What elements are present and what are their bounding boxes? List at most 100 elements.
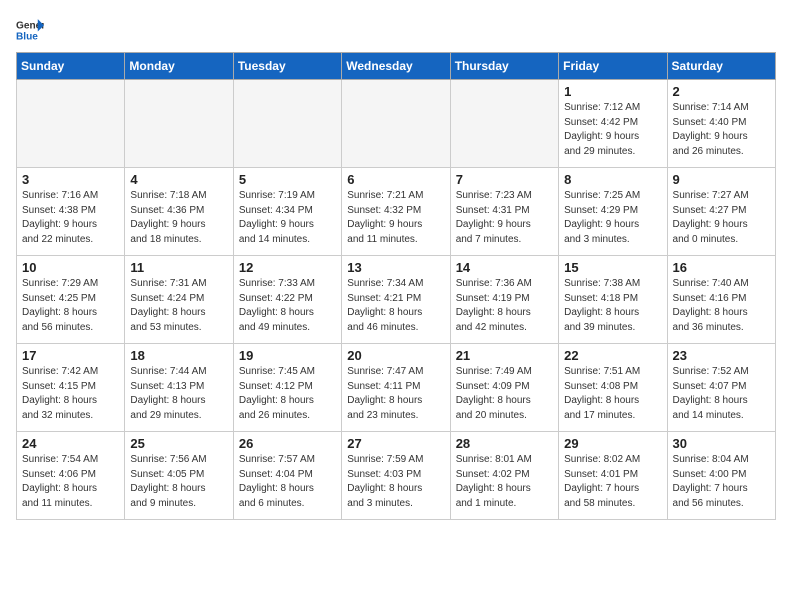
day-number: 12	[239, 260, 336, 275]
day-number: 20	[347, 348, 444, 363]
day-info: Sunrise: 7:16 AM Sunset: 4:38 PM Dayligh…	[22, 189, 119, 247]
calendar-cell: 15 Sunrise: 7:38 AM Sunset: 4:18 PM Dayli…	[559, 256, 667, 344]
calendar-cell: 8 Sunrise: 7:25 AM Sunset: 4:29 PM Daylig…	[559, 168, 667, 256]
day-info: Sunrise: 7:47 AM Sunset: 4:11 PM Dayligh…	[347, 365, 444, 423]
day-number: 10	[22, 260, 119, 275]
day-number: 2	[673, 84, 770, 99]
day-info: Sunrise: 7:25 AM Sunset: 4:29 PM Dayligh…	[564, 189, 661, 247]
day-number: 24	[22, 436, 119, 451]
calendar-cell	[125, 80, 233, 168]
logo: General Blue	[16, 16, 44, 44]
calendar-cell: 17 Sunrise: 7:42 AM Sunset: 4:15 PM Dayli…	[17, 344, 125, 432]
day-info: Sunrise: 7:36 AM Sunset: 4:19 PM Dayligh…	[456, 277, 553, 335]
svg-text:Blue: Blue	[16, 31, 38, 42]
day-info: Sunrise: 7:42 AM Sunset: 4:15 PM Dayligh…	[22, 365, 119, 423]
day-info: Sunrise: 7:29 AM Sunset: 4:25 PM Dayligh…	[22, 277, 119, 335]
calendar-cell: 28Sunrise: 8:01 AM Sunset: 4:02 PM Dayli…	[450, 432, 558, 520]
day-info: Sunrise: 7:54 AM Sunset: 4:06 PM Dayligh…	[22, 453, 119, 511]
col-header-friday: Friday	[559, 53, 667, 80]
calendar-cell: 14Sunrise: 7:36 AM Sunset: 4:19 PM Dayli…	[450, 256, 558, 344]
day-info: Sunrise: 7:12 AM Sunset: 4:42 PM Dayligh…	[564, 101, 661, 159]
day-number: 6	[347, 172, 444, 187]
calendar-cell: 25 Sunrise: 7:56 AM Sunset: 4:05 PM Dayli…	[125, 432, 233, 520]
calendar-cell	[17, 80, 125, 168]
calendar-cell: 10 Sunrise: 7:29 AM Sunset: 4:25 PM Dayli…	[17, 256, 125, 344]
day-number: 8	[564, 172, 661, 187]
calendar-cell: 3 Sunrise: 7:16 AM Sunset: 4:38 PM Daylig…	[17, 168, 125, 256]
calendar-cell	[233, 80, 341, 168]
day-number: 13	[347, 260, 444, 275]
day-info: Sunrise: 7:14 AM Sunset: 4:40 PM Dayligh…	[673, 101, 770, 159]
col-header-saturday: Saturday	[667, 53, 775, 80]
day-number: 11	[130, 260, 227, 275]
calendar-cell: 5Sunrise: 7:19 AM Sunset: 4:34 PM Daylig…	[233, 168, 341, 256]
day-number: 26	[239, 436, 336, 451]
day-info: Sunrise: 7:34 AM Sunset: 4:21 PM Dayligh…	[347, 277, 444, 335]
day-info: Sunrise: 7:18 AM Sunset: 4:36 PM Dayligh…	[130, 189, 227, 247]
day-info: Sunrise: 8:04 AM Sunset: 4:00 PM Dayligh…	[673, 453, 770, 511]
day-info: Sunrise: 7:23 AM Sunset: 4:31 PM Dayligh…	[456, 189, 553, 247]
calendar-cell: 21 Sunrise: 7:49 AM Sunset: 4:09 PM Dayli…	[450, 344, 558, 432]
day-info: Sunrise: 8:02 AM Sunset: 4:01 PM Dayligh…	[564, 453, 661, 511]
col-header-sunday: Sunday	[17, 53, 125, 80]
day-number: 7	[456, 172, 553, 187]
day-number: 16	[673, 260, 770, 275]
day-number: 27	[347, 436, 444, 451]
day-info: Sunrise: 7:56 AM Sunset: 4:05 PM Dayligh…	[130, 453, 227, 511]
day-info: Sunrise: 7:52 AM Sunset: 4:07 PM Dayligh…	[673, 365, 770, 423]
calendar-cell: 16Sunrise: 7:40 AM Sunset: 4:16 PM Dayli…	[667, 256, 775, 344]
day-info: Sunrise: 7:51 AM Sunset: 4:08 PM Dayligh…	[564, 365, 661, 423]
day-number: 3	[22, 172, 119, 187]
day-info: Sunrise: 7:31 AM Sunset: 4:24 PM Dayligh…	[130, 277, 227, 335]
calendar-cell: 26Sunrise: 7:57 AM Sunset: 4:04 PM Dayli…	[233, 432, 341, 520]
calendar-cell: 9 Sunrise: 7:27 AM Sunset: 4:27 PM Daylig…	[667, 168, 775, 256]
calendar-table: SundayMondayTuesdayWednesdayThursdayFrid…	[16, 52, 776, 520]
day-number: 15	[564, 260, 661, 275]
day-number: 18	[130, 348, 227, 363]
page-header: General Blue	[16, 16, 776, 44]
day-number: 9	[673, 172, 770, 187]
day-info: Sunrise: 8:01 AM Sunset: 4:02 PM Dayligh…	[456, 453, 553, 511]
calendar-cell: 29 Sunrise: 8:02 AM Sunset: 4:01 PM Dayli…	[559, 432, 667, 520]
col-header-wednesday: Wednesday	[342, 53, 450, 80]
day-number: 5	[239, 172, 336, 187]
day-number: 4	[130, 172, 227, 187]
day-number: 23	[673, 348, 770, 363]
calendar-cell: 1 Sunrise: 7:12 AM Sunset: 4:42 PM Daylig…	[559, 80, 667, 168]
calendar-cell: 24 Sunrise: 7:54 AM Sunset: 4:06 PM Dayli…	[17, 432, 125, 520]
calendar-cell: 23 Sunrise: 7:52 AM Sunset: 4:07 PM Dayli…	[667, 344, 775, 432]
calendar-cell: 19 Sunrise: 7:45 AM Sunset: 4:12 PM Dayli…	[233, 344, 341, 432]
calendar-cell: 12 Sunrise: 7:33 AM Sunset: 4:22 PM Dayli…	[233, 256, 341, 344]
day-number: 30	[673, 436, 770, 451]
calendar-cell: 27 Sunrise: 7:59 AM Sunset: 4:03 PM Dayli…	[342, 432, 450, 520]
calendar-cell: 6Sunrise: 7:21 AM Sunset: 4:32 PM Daylig…	[342, 168, 450, 256]
day-number: 17	[22, 348, 119, 363]
calendar-cell: 22 Sunrise: 7:51 AM Sunset: 4:08 PM Dayli…	[559, 344, 667, 432]
day-number: 1	[564, 84, 661, 99]
day-number: 19	[239, 348, 336, 363]
day-number: 22	[564, 348, 661, 363]
calendar-cell: 18 Sunrise: 7:44 AM Sunset: 4:13 PM Dayli…	[125, 344, 233, 432]
calendar-cell: 4 Sunrise: 7:18 AM Sunset: 4:36 PM Daylig…	[125, 168, 233, 256]
day-info: Sunrise: 7:59 AM Sunset: 4:03 PM Dayligh…	[347, 453, 444, 511]
day-info: Sunrise: 7:45 AM Sunset: 4:12 PM Dayligh…	[239, 365, 336, 423]
col-header-monday: Monday	[125, 53, 233, 80]
day-number: 25	[130, 436, 227, 451]
day-info: Sunrise: 7:27 AM Sunset: 4:27 PM Dayligh…	[673, 189, 770, 247]
day-info: Sunrise: 7:49 AM Sunset: 4:09 PM Dayligh…	[456, 365, 553, 423]
logo-icon: General Blue	[16, 16, 44, 44]
calendar-cell: 7 Sunrise: 7:23 AM Sunset: 4:31 PM Daylig…	[450, 168, 558, 256]
calendar-cell: 2 Sunrise: 7:14 AM Sunset: 4:40 PM Daylig…	[667, 80, 775, 168]
day-number: 29	[564, 436, 661, 451]
calendar-cell: 20 Sunrise: 7:47 AM Sunset: 4:11 PM Dayli…	[342, 344, 450, 432]
day-info: Sunrise: 7:33 AM Sunset: 4:22 PM Dayligh…	[239, 277, 336, 335]
col-header-thursday: Thursday	[450, 53, 558, 80]
calendar-cell	[450, 80, 558, 168]
calendar-cell	[342, 80, 450, 168]
col-header-tuesday: Tuesday	[233, 53, 341, 80]
day-info: Sunrise: 7:38 AM Sunset: 4:18 PM Dayligh…	[564, 277, 661, 335]
calendar-cell: 13 Sunrise: 7:34 AM Sunset: 4:21 PM Dayli…	[342, 256, 450, 344]
day-number: 21	[456, 348, 553, 363]
calendar-cell: 11 Sunrise: 7:31 AM Sunset: 4:24 PM Dayli…	[125, 256, 233, 344]
day-info: Sunrise: 7:44 AM Sunset: 4:13 PM Dayligh…	[130, 365, 227, 423]
